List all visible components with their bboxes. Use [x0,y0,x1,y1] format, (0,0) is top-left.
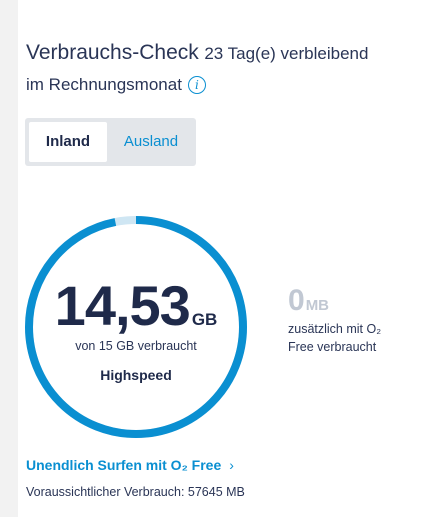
chevron-right-icon: › [229,457,234,473]
used-amount: 14,53 GB [22,273,250,338]
remaining-days: 23 Tag(e) verbleibend [204,44,369,63]
unlimited-surf-link[interactable]: Unendlich Surfen mit O₂ Free › [26,457,234,473]
extra-unit: MB [305,297,330,314]
forecast-text: Voraussichtlicher Verbrauch: 57645 MB [26,485,245,499]
total-text: von 15 GB verbraucht [75,339,197,353]
extra-desc-line2: Free verbraucht [288,340,377,354]
extra-value: 0 [288,284,305,317]
gauge-label: 14,53 GB von 15 GB verbraucht Highspeed [22,213,250,441]
used-unit: GB [191,310,218,329]
region-toggle: Inland Ausland [25,118,196,166]
title-text: Verbrauchs-Check [26,41,199,64]
extra-description: zusätzlich mit O₂ Free verbraucht [288,320,408,356]
link-label: Unendlich Surfen mit O₂ Free [26,457,222,473]
speed-label: Highspeed [100,367,172,383]
used-value: 14,53 [54,274,191,337]
info-icon[interactable]: i [187,76,206,94]
extra-usage: 0MB zusätzlich mit O₂ Free verbraucht [288,284,408,356]
page-title: Verbrauchs-Check 23 Tag(e) verbleibend i… [26,38,418,100]
tab-ausland[interactable]: Ausland [109,122,193,162]
tab-inland[interactable]: Inland [29,122,107,162]
extra-desc-line1: zusätzlich mit O₂ [288,322,382,336]
billing-period: im Rechnungsmonat [26,75,182,94]
